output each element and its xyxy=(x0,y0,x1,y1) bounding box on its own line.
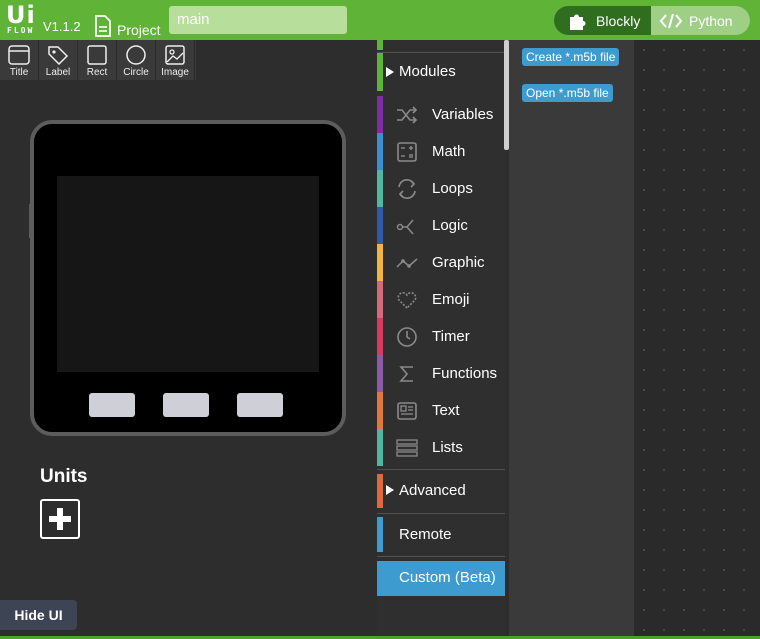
category-custom-label: Custom (Beta) xyxy=(399,569,496,586)
expand-triangle-icon xyxy=(386,485,394,495)
tool-circle[interactable]: Circle xyxy=(117,40,156,80)
category-math[interactable]: Math xyxy=(377,133,505,170)
shuffle-icon xyxy=(397,106,418,124)
category-label: Math xyxy=(432,143,466,160)
logo-text: Ui xyxy=(6,1,36,29)
tool-label[interactable]: Label xyxy=(39,40,78,80)
blockly-workspace[interactable] xyxy=(634,40,760,639)
clock-icon xyxy=(397,327,417,347)
tool-label-label: Label xyxy=(45,67,71,78)
puzzle-icon xyxy=(570,14,586,30)
tool-circle-label: Circle xyxy=(123,67,149,78)
category-emoji[interactable]: Emoji xyxy=(377,281,505,318)
code-icon xyxy=(659,13,683,28)
logo-subtext: FLOW xyxy=(7,26,35,35)
category-text[interactable]: Text xyxy=(377,392,505,429)
device-button-a xyxy=(89,393,135,417)
device-button-b xyxy=(163,393,209,417)
category-color-bar xyxy=(377,355,383,392)
tool-rect[interactable]: Rect xyxy=(78,40,117,80)
branch-icon xyxy=(396,219,414,235)
category-modules[interactable]: Modules xyxy=(377,52,505,91)
category-color-bar xyxy=(377,281,383,318)
rect-icon xyxy=(87,45,107,65)
expand-triangle-icon xyxy=(386,67,394,77)
category-label: Emoji xyxy=(432,291,470,308)
blockly-label: Blockly xyxy=(596,12,641,29)
category-color-bar xyxy=(377,392,383,429)
category-label: Text xyxy=(432,402,460,419)
category-label: Logic xyxy=(432,217,468,234)
category-color-bar xyxy=(377,318,383,355)
units-title: Units xyxy=(40,466,88,487)
image-icon xyxy=(165,45,185,65)
blocks-flyout: Create *.m5b file Open *.m5b file xyxy=(509,40,634,639)
category-label: Loops xyxy=(432,180,473,197)
project-button[interactable]: Project xyxy=(93,10,161,38)
project-label: Project xyxy=(117,22,161,38)
ui-tools-bar: Title Label Rect Circle Image xyxy=(0,40,196,80)
mode-toggle: Blockly Python xyxy=(554,6,750,35)
hide-ui-button[interactable]: Hide UI xyxy=(0,600,77,630)
category-label: Variables xyxy=(432,106,494,123)
tool-title-label: Title xyxy=(9,67,29,78)
version-label: V1.1.2 xyxy=(43,19,81,34)
loop-arrows-icon xyxy=(398,179,416,199)
category-color-bar xyxy=(377,517,383,552)
tool-title[interactable]: Title xyxy=(0,40,39,80)
category-custom[interactable]: Custom (Beta) xyxy=(377,556,505,599)
file-icon xyxy=(95,15,111,37)
category-color-bar xyxy=(377,244,383,281)
category-modules-label: Modules xyxy=(399,63,456,80)
sigma-icon xyxy=(399,366,413,382)
category-color-bar xyxy=(377,133,383,170)
category-label: Graphic xyxy=(432,254,485,271)
category-advanced[interactable]: Advanced xyxy=(377,469,505,512)
list-icon xyxy=(396,439,418,457)
category-color-bar xyxy=(377,96,383,133)
tool-rect-label: Rect xyxy=(86,67,108,78)
category-label: Lists xyxy=(432,439,463,456)
device-screen[interactable] xyxy=(57,176,319,372)
category-panel: Modules Variables Math Loops Logic Graph… xyxy=(377,40,505,639)
category-variables[interactable]: Variables xyxy=(377,96,505,133)
category-advanced-label: Advanced xyxy=(399,482,466,499)
python-label: Python xyxy=(689,12,733,29)
device-preview xyxy=(30,120,346,436)
add-unit-button[interactable] xyxy=(40,499,80,539)
category-functions[interactable]: Functions xyxy=(377,355,505,392)
category-lists[interactable]: Lists xyxy=(377,429,505,466)
category-color-bar xyxy=(377,207,383,244)
category-loops[interactable]: Loops xyxy=(377,170,505,207)
category-graphic[interactable]: Graphic xyxy=(377,244,505,281)
uiflow-logo: Ui FLOW xyxy=(6,1,40,36)
calculator-icon xyxy=(397,142,417,162)
category-timer[interactable]: Timer xyxy=(377,318,505,355)
category-remote[interactable]: Remote xyxy=(377,513,505,556)
device-button-c xyxy=(237,393,283,417)
category-color-bar xyxy=(377,429,383,466)
category-label: Functions xyxy=(432,365,498,382)
circle-icon xyxy=(126,45,146,65)
category-logic[interactable]: Logic xyxy=(377,207,505,244)
label-tag-icon xyxy=(48,46,69,65)
category-label: Timer xyxy=(432,328,470,345)
top-bar: Ui FLOW V1.1.2 Project main Blockly Pyth… xyxy=(0,0,760,40)
title-icon xyxy=(8,45,30,65)
blockly-mode-button[interactable]: Blockly xyxy=(554,6,651,35)
tool-image-label: Image xyxy=(161,67,189,78)
category-color-bar xyxy=(377,170,383,207)
category-remote-label: Remote xyxy=(399,526,452,543)
create-m5b-button[interactable]: Create *.m5b file xyxy=(522,48,620,66)
project-name-input[interactable]: main xyxy=(169,6,347,34)
open-m5b-button[interactable]: Open *.m5b file xyxy=(522,84,613,102)
category-top-edge xyxy=(377,40,505,50)
python-mode-button[interactable]: Python xyxy=(651,6,750,35)
category-color-bar xyxy=(377,474,383,508)
graph-line-icon xyxy=(396,258,418,268)
tool-image[interactable]: Image xyxy=(156,40,195,80)
text-card-icon xyxy=(397,402,417,420)
heart-icon xyxy=(397,291,417,310)
